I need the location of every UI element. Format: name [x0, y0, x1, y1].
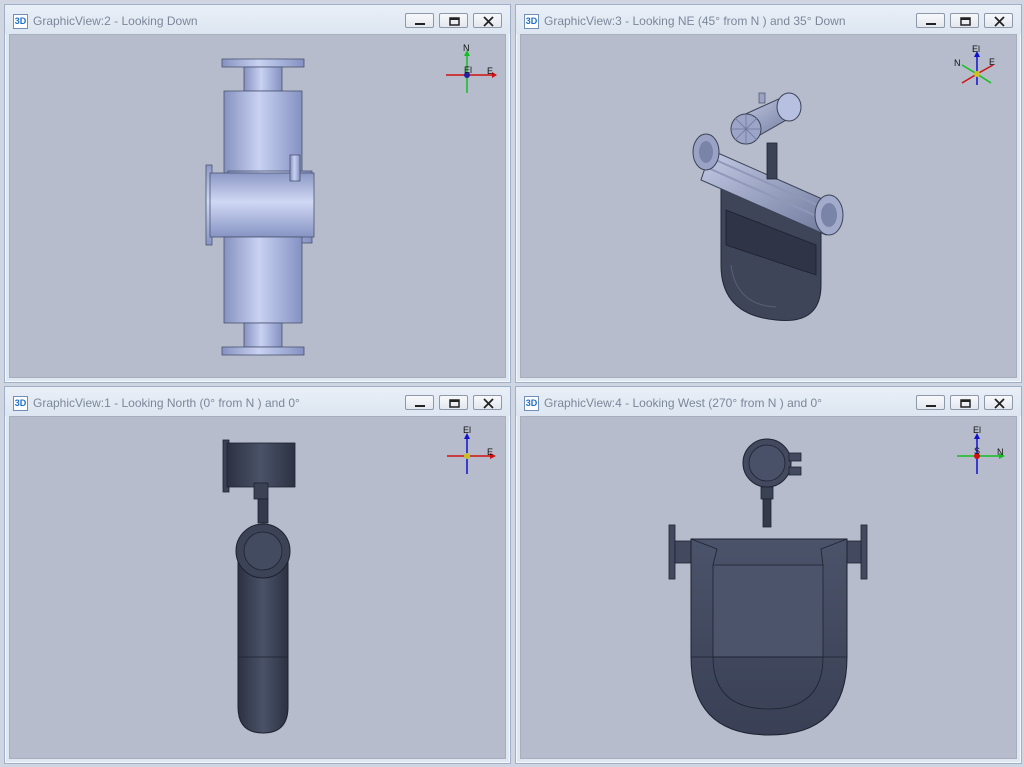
flowmeter-west-view[interactable]: El N S: [521, 417, 1018, 760]
flowmeter-top-view[interactable]: N E El: [10, 35, 507, 379]
restore-icon: [449, 399, 460, 408]
close-icon: [483, 16, 494, 27]
orientation-triad: El E: [447, 425, 496, 474]
3d-app-icon: 3D: [524, 14, 539, 29]
view-title: GraphicView:4 - Looking West (270° from …: [544, 396, 822, 410]
axis-label-right: E: [487, 447, 493, 457]
minimize-button[interactable]: [916, 13, 945, 28]
close-button[interactable]: [984, 13, 1013, 28]
3d-viewport[interactable]: El N S: [520, 416, 1017, 759]
3d-app-icon: 3D: [524, 396, 539, 411]
minimize-icon: [926, 405, 936, 407]
flowmeter-north-view[interactable]: El E: [10, 417, 507, 760]
title-bar[interactable]: 3D GraphicView:2 - Looking Down: [5, 5, 510, 34]
axis-label-center: S: [974, 446, 980, 456]
axis-label-up: El: [972, 44, 980, 54]
minimize-icon: [415, 23, 425, 25]
minimize-icon: [926, 23, 936, 25]
restore-icon: [960, 17, 971, 26]
restore-icon: [960, 399, 971, 408]
orientation-triad: N E El: [446, 43, 497, 93]
maximize-button[interactable]: [950, 13, 979, 28]
3d-viewport[interactable]: N E El: [9, 34, 506, 378]
graphic-view-1[interactable]: 3D GraphicView:1 - Looking North (0° fro…: [4, 386, 511, 764]
axis-label-center: El: [464, 65, 472, 75]
orientation-triad: El N E: [954, 44, 995, 85]
orientation-triad: El N S: [957, 425, 1005, 474]
close-button[interactable]: [473, 13, 502, 28]
axis-label-left: N: [954, 58, 961, 68]
3d-app-icon: 3D: [13, 14, 28, 29]
close-button[interactable]: [984, 395, 1013, 410]
maximize-button[interactable]: [439, 13, 468, 28]
close-icon: [483, 398, 494, 409]
maximize-button[interactable]: [439, 395, 468, 410]
title-bar[interactable]: 3D GraphicView:4 - Looking West (270° fr…: [516, 387, 1021, 416]
minimize-button[interactable]: [405, 13, 434, 28]
graphic-view-2[interactable]: 3D GraphicView:2 - Looking Down N E El: [4, 4, 511, 383]
view-title: GraphicView:3 - Looking NE (45° from N )…: [544, 14, 846, 28]
graphic-view-3[interactable]: 3D GraphicView:3 - Looking NE (45° from …: [515, 4, 1022, 383]
minimize-button[interactable]: [405, 395, 434, 410]
maximize-button[interactable]: [950, 395, 979, 410]
axis-label-up: N: [463, 43, 470, 53]
title-bar[interactable]: 3D GraphicView:3 - Looking NE (45° from …: [516, 5, 1021, 34]
3d-app-icon: 3D: [13, 396, 28, 411]
3d-viewport[interactable]: El N E: [520, 34, 1017, 378]
view-title: GraphicView:2 - Looking Down: [33, 14, 198, 28]
axis-label-right: E: [487, 66, 493, 76]
close-button[interactable]: [473, 395, 502, 410]
view-title: GraphicView:1 - Looking North (0° from N…: [33, 396, 300, 410]
3d-viewport[interactable]: El E: [9, 416, 506, 759]
axis-label-right: E: [989, 57, 995, 67]
minimize-button[interactable]: [916, 395, 945, 410]
close-icon: [994, 16, 1005, 27]
axis-label-right: N: [997, 447, 1004, 457]
close-icon: [994, 398, 1005, 409]
restore-icon: [449, 17, 460, 26]
graphic-view-4[interactable]: 3D GraphicView:4 - Looking West (270° fr…: [515, 386, 1022, 764]
minimize-icon: [415, 405, 425, 407]
axis-label-up: El: [463, 425, 471, 435]
flowmeter-isometric-view[interactable]: El N E: [521, 35, 1018, 379]
axis-label-up: El: [973, 425, 981, 435]
title-bar[interactable]: 3D GraphicView:1 - Looking North (0° fro…: [5, 387, 510, 416]
